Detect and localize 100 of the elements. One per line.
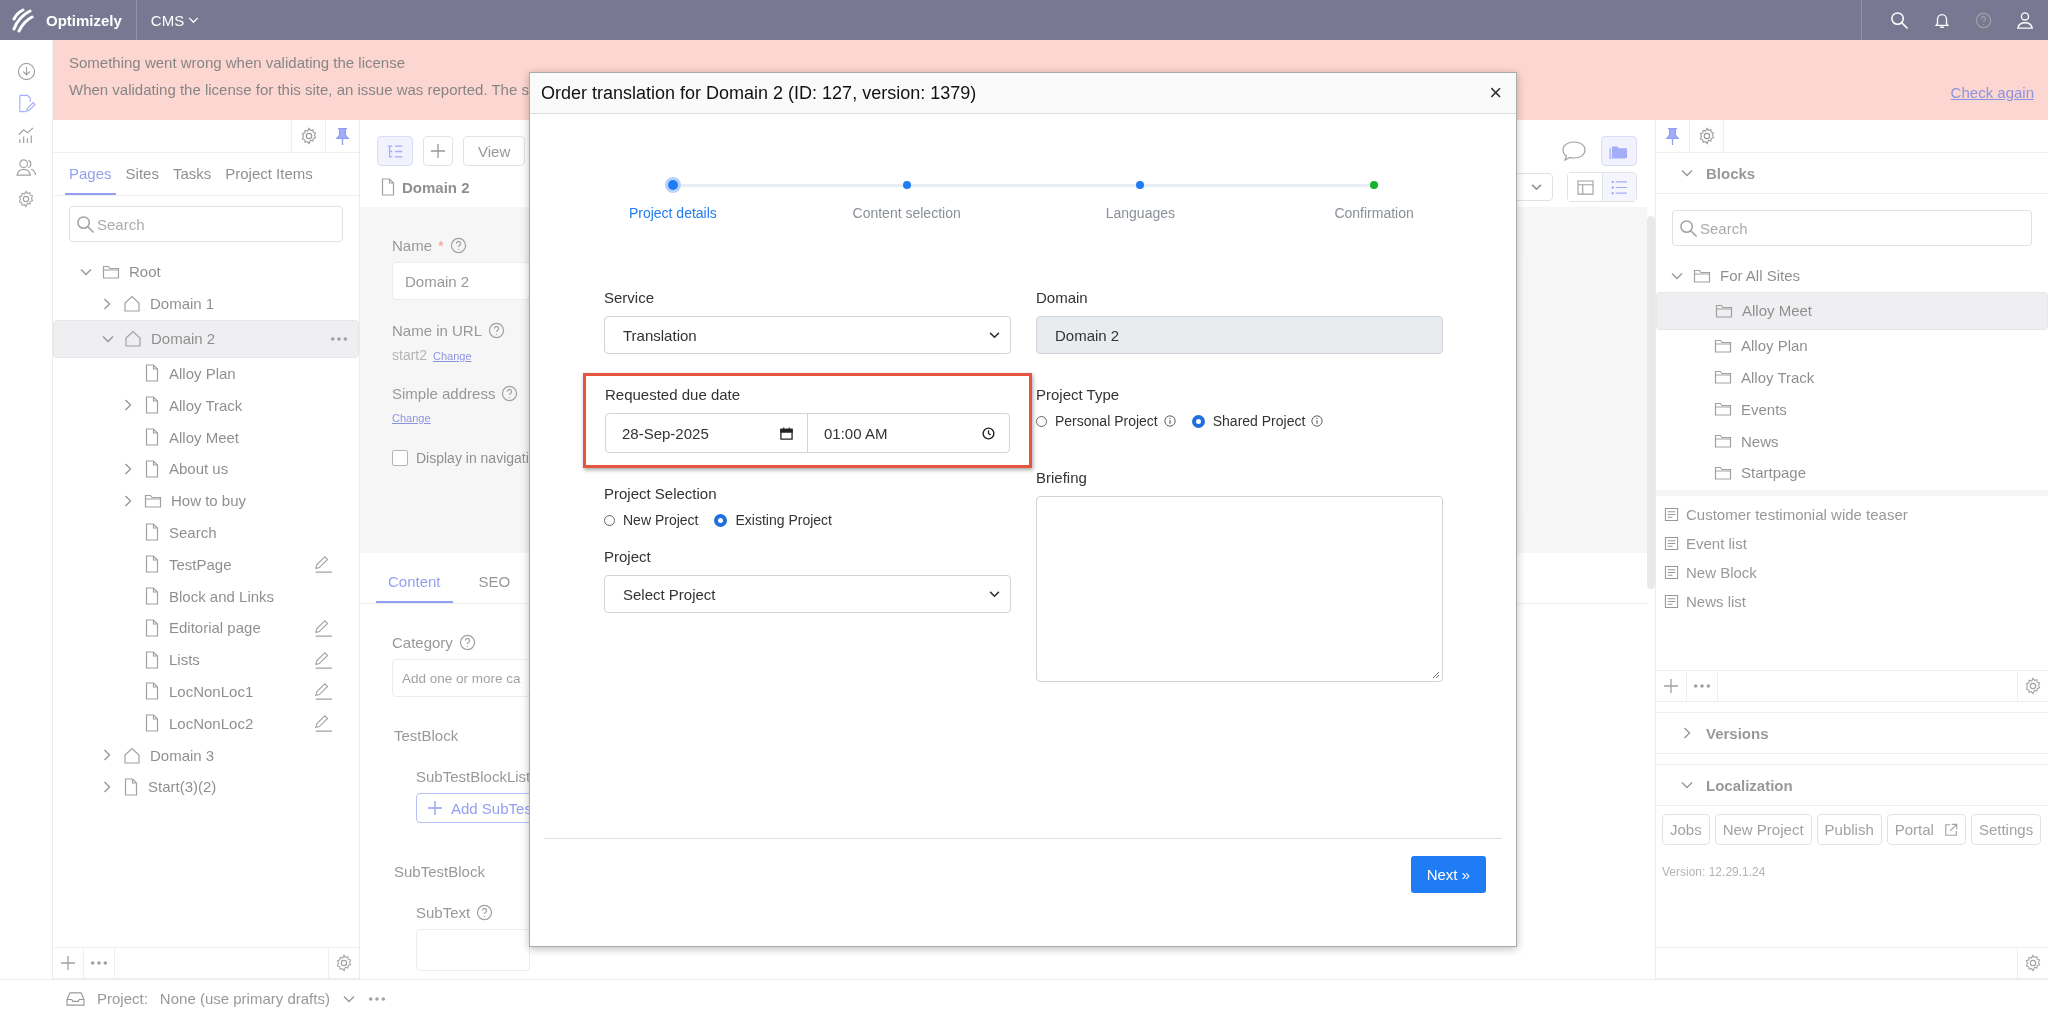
tree-item[interactable]: Alloy Track	[53, 389, 359, 422]
project-dropdown[interactable]: Select Project	[604, 575, 1011, 613]
tree-toggle-button[interactable]	[377, 136, 413, 166]
service-dropdown[interactable]: Translation	[604, 316, 1011, 354]
search-field[interactable]: Search	[1672, 210, 2032, 246]
project-value[interactable]: None (use primary drafts)	[159, 990, 330, 1007]
tree-item[interactable]: For All Sites	[1656, 260, 2048, 292]
add-icon[interactable]	[427, 800, 443, 816]
add-button[interactable]	[423, 136, 453, 166]
tree-item[interactable]: Search	[53, 516, 359, 549]
change-link[interactable]: Change	[433, 350, 472, 362]
tree-item[interactable]: Alloy Meet	[53, 421, 359, 453]
settings-icon[interactable]	[2024, 954, 2042, 972]
pin-icon[interactable]	[1665, 126, 1680, 146]
help-icon[interactable]	[488, 322, 506, 339]
download-icon[interactable]	[16, 62, 36, 81]
step-label[interactable]: Content selection	[852, 205, 961, 221]
edit-page-icon[interactable]	[16, 94, 36, 113]
tree-item[interactable]: Domain 1	[53, 287, 359, 320]
add-icon[interactable]	[1663, 678, 1679, 694]
folder-button[interactable]	[1601, 136, 1637, 166]
bell-icon[interactable]	[1933, 11, 1951, 29]
tree-item[interactable]: Domain 2	[53, 319, 359, 358]
tree-item[interactable]: Alloy Plan	[53, 357, 359, 390]
tree-item[interactable]: News	[1656, 425, 2048, 457]
tree-item[interactable]: How to buy	[53, 484, 359, 517]
help-icon[interactable]	[1975, 11, 1992, 29]
localization-button[interactable]: Publish	[1816, 814, 1882, 845]
settings-icon[interactable]	[335, 954, 353, 972]
user-icon[interactable]	[2016, 11, 2034, 29]
tree-item[interactable]: TestPage	[53, 548, 359, 581]
tab[interactable]: Sites	[121, 153, 163, 195]
tree-item[interactable]: Root	[53, 256, 359, 288]
resize-grip-icon[interactable]	[1432, 671, 1440, 679]
tree-item[interactable]: Block and Links	[53, 580, 359, 612]
name-field[interactable]: Domain 2	[392, 262, 530, 300]
more-icon[interactable]	[1693, 683, 1711, 689]
tab[interactable]: Content	[376, 561, 453, 603]
tree-item[interactable]: About us	[53, 453, 359, 485]
speech-bubble-icon[interactable]	[1561, 140, 1587, 162]
pin-icon[interactable]	[335, 126, 350, 146]
tree-item[interactable]: Alloy Plan	[1656, 329, 2048, 362]
view-button[interactable]: View	[463, 136, 526, 166]
step-label[interactable]: Confirmation	[1334, 205, 1414, 221]
tab[interactable]: SEO	[466, 561, 523, 603]
category-field[interactable]: Add one or more ca	[392, 659, 530, 697]
close-button[interactable]: ×	[1485, 82, 1506, 104]
help-icon[interactable]	[476, 904, 494, 921]
info-icon[interactable]	[1311, 415, 1324, 427]
users-icon[interactable]	[15, 158, 37, 177]
help-icon[interactable]	[449, 237, 467, 254]
product-menu[interactable]: CMS	[150, 11, 200, 29]
check-again-link[interactable]: Check again	[1950, 84, 2034, 101]
more-icon[interactable]	[90, 960, 108, 966]
block-name[interactable]: Customer testimonial wide teaser	[1686, 506, 1908, 523]
settings-icon[interactable]	[1697, 127, 1716, 145]
radio-button[interactable]	[714, 513, 728, 527]
change-link[interactable]: Change	[392, 412, 431, 424]
localization-button[interactable]: Portal	[1886, 814, 1966, 845]
tree-item[interactable]: Alloy Meet	[1656, 291, 2048, 330]
add-icon[interactable]	[430, 143, 446, 159]
settings-icon[interactable]	[2024, 677, 2042, 695]
chart-icon[interactable]	[16, 126, 36, 145]
tree-item[interactable]: Events	[1656, 393, 2048, 426]
step-label[interactable]: Project details	[628, 205, 717, 221]
briefing-field[interactable]	[1036, 496, 1443, 682]
next-button[interactable]: Next »	[1410, 856, 1486, 893]
list-view-button[interactable]	[1602, 173, 1636, 201]
tree-item[interactable]: Alloy Track	[1656, 361, 2048, 394]
tree-item[interactable]: LocNonLoc1	[53, 675, 359, 708]
text-field[interactable]	[416, 929, 530, 971]
scrollbar[interactable]	[1647, 216, 1655, 589]
block-name[interactable]: News list	[1686, 593, 1746, 610]
radio-button[interactable]	[1191, 414, 1205, 428]
tab[interactable]: Project Items	[221, 153, 317, 195]
block-name[interactable]: New Block	[1686, 564, 1757, 581]
help-icon[interactable]	[458, 634, 476, 651]
localization-button[interactable]: New Project	[1714, 814, 1812, 845]
settings-icon[interactable]	[17, 190, 35, 208]
tree-item[interactable]: Editorial page	[53, 611, 359, 644]
checkbox[interactable]	[392, 450, 408, 466]
help-icon[interactable]	[501, 385, 519, 402]
add-icon[interactable]	[60, 955, 76, 971]
more-icon[interactable]	[367, 995, 386, 1002]
localization-button[interactable]: Settings	[1970, 814, 2042, 845]
tree-item[interactable]: LocNonLoc2	[53, 707, 359, 740]
step-label[interactable]: Languages	[1105, 205, 1175, 221]
tab[interactable]: Pages	[65, 153, 116, 195]
block-name[interactable]: Event list	[1686, 535, 1747, 552]
localization-button[interactable]: Jobs	[1662, 814, 1710, 845]
tree-item[interactable]: Startpage	[1656, 457, 2048, 489]
tab[interactable]: Tasks	[168, 153, 216, 195]
radio-label: Personal Project	[1055, 413, 1158, 429]
tree-item[interactable]: Domain 3	[53, 739, 359, 771]
tree-item[interactable]: Start(3)(2)	[53, 770, 359, 803]
settings-icon[interactable]	[299, 127, 318, 145]
info-icon[interactable]	[1163, 415, 1176, 427]
more-icon[interactable]	[330, 335, 348, 342]
tree-item[interactable]: Lists	[53, 643, 359, 676]
search-field[interactable]: Search	[69, 206, 343, 242]
